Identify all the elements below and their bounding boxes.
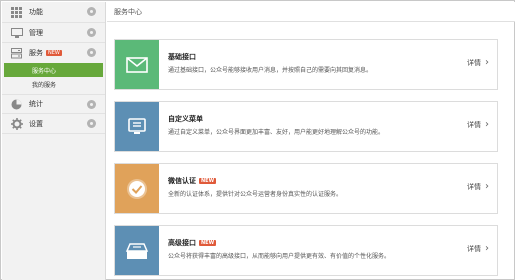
inbox-tray-icon [115,226,159,275]
card-title: 基础接口 [168,53,196,61]
sidebar-item-manage[interactable]: 管理 [2,23,105,43]
chevron-right-icon: › [485,181,489,192]
details-link[interactable]: 详情 › [467,244,489,254]
card-description: 全新的认证体系，提供针对公众号运营者身份真实性的认证服务。 [168,191,343,198]
check-circle-icon [115,164,159,213]
chevron-right-icon: › [485,243,489,254]
menu-screen-icon [115,102,159,151]
app-frame: 功能 管理 服务 NEW 服务中心 我的服务 统计 设置 服务中心 基础接口 通… [0,0,515,280]
sidebar: 功能 管理 服务 NEW 服务中心 我的服务 统计 设置 [2,2,106,280]
chevron-right-icon: › [485,57,489,68]
gear-icon[interactable] [87,100,96,109]
gear-icon[interactable] [87,28,96,37]
sidebar-item-label: 功能 [29,8,43,16]
service-card-wechat-verification[interactable]: 微信认证 NEW 全新的认证体系，提供针对公众号运营者身份真实性的认证服务。 详情… [114,163,498,214]
grid-icon [10,6,23,18]
gear-icon[interactable] [87,48,96,57]
sidebar-item-label: 设置 [29,119,43,128]
sidebar-item-services[interactable]: 服务 NEW [2,43,105,63]
sidebar-item-label: 管理 [29,28,43,37]
service-card-basic-api[interactable]: 基础接口 通过基础接口，公众号能够接收用户消息，并按照自己的需要向其回复消息。 … [114,39,498,90]
card-description: 通过基础接口，公众号能够接收用户消息，并按照自己的需要向其回复消息。 [168,67,373,74]
card-description: 公众号将获得丰富的高级接口，从而能够向用户提供更有效、有价值的个性化服务。 [168,253,391,260]
sidebar-item-settings[interactable]: 设置 [2,114,105,134]
service-card-advanced-api[interactable]: 高级接口 NEW 公众号将获得丰富的高级接口，从而能够向用户提供更有效、有价值的个… [114,225,498,276]
sidebar-subitem-my-services[interactable]: 我的服务 [2,77,105,91]
card-description: 通过自定义菜单，公众号界面更加丰富、友好，用户能更好地理解公众号的功能。 [168,129,385,136]
card-title: 高级接口 NEW [168,239,217,247]
card-title: 微信认证 NEW [168,177,217,185]
sidebar-subitem-service-center[interactable]: 服务中心 [4,63,103,77]
new-badge: NEW [199,178,217,184]
service-card-custom-menu[interactable]: 自定义菜单 通过自定义菜单，公众号界面更加丰富、友好，用户能更好地理解公众号的功… [114,101,498,152]
chevron-right-icon: › [485,119,489,130]
details-link[interactable]: 详情 › [467,58,489,68]
sidebar-item-label: 服务 [29,49,43,57]
page-title: 服务中心 [107,2,515,22]
sidebar-item-functions[interactable]: 功能 [2,2,105,23]
details-link[interactable]: 详情 › [467,120,489,130]
server-icon [10,47,23,59]
new-badge: NEW [199,240,217,246]
settings-icon [10,117,23,130]
gear-icon[interactable] [87,7,96,16]
pie-chart-icon [10,99,23,110]
new-badge: NEW [46,50,62,56]
gear-icon[interactable] [87,119,96,128]
card-title: 自定义菜单 [168,115,203,123]
monitor-icon [10,27,23,38]
details-link[interactable]: 详情 › [467,182,489,192]
envelope-icon [115,40,159,89]
sidebar-item-label: 统计 [29,100,43,108]
sidebar-item-statistics[interactable]: 统计 [2,94,105,114]
